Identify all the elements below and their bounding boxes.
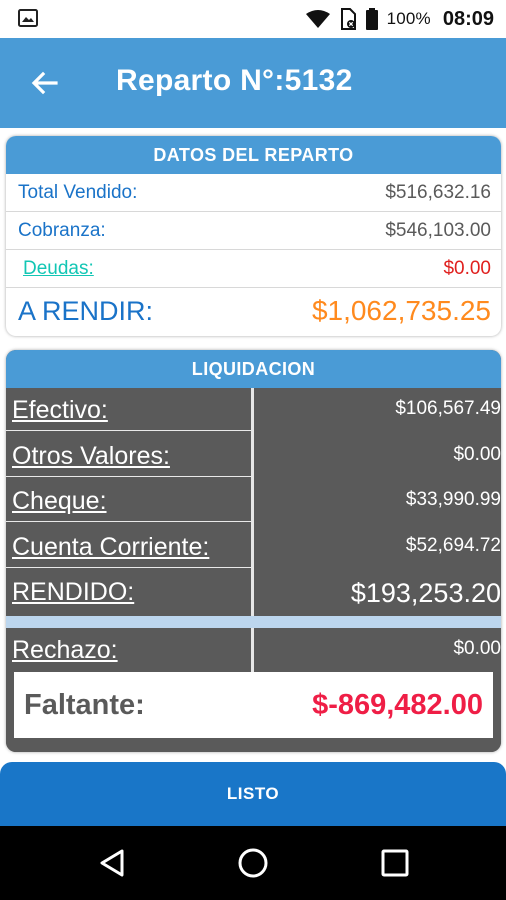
cuenta-corriente-label[interactable]: Cuenta Corriente:	[12, 533, 209, 562]
status-right: 100% 08:09	[305, 0, 494, 38]
datos-reparto-card: DATOS DEL REPARTO Total Vendido: $516,63…	[6, 136, 501, 336]
deudas-link[interactable]: Deudas:	[23, 258, 94, 280]
cobranza-value: $546,103.00	[385, 219, 491, 241]
row-divider	[6, 430, 251, 431]
section-separator	[6, 616, 501, 628]
image-icon	[18, 9, 38, 27]
wifi-icon	[305, 10, 330, 28]
deudas-row[interactable]: Deudas: $0.00	[6, 250, 501, 288]
rendido-label: RENDIDO:	[12, 578, 135, 606]
column-divider	[251, 628, 254, 672]
a-rendir-label: A RENDIR:	[18, 295, 154, 326]
cobranza-label: Cobranza:	[18, 219, 106, 241]
total-vendido-label: Total Vendido:	[18, 181, 138, 203]
cobranza-row: Cobranza: $546,103.00	[6, 212, 501, 250]
efectivo-value: $106,567.49	[395, 398, 501, 419]
otros-valores-value: $0.00	[453, 444, 501, 465]
liquidacion-header: LIQUIDACION	[6, 350, 501, 388]
total-vendido-row: Total Vendido: $516,632.16	[6, 174, 501, 212]
app-bar: Reparto N°:5132	[0, 38, 506, 128]
sim-icon	[340, 8, 356, 30]
faltante-value: $-869,482.00	[312, 688, 483, 721]
arrow-left-icon[interactable]	[28, 66, 62, 100]
battery-icon	[365, 8, 378, 30]
row-divider	[6, 521, 251, 522]
back-triangle-icon[interactable]	[96, 846, 130, 880]
app-screen: 100% 08:09 Reparto N°:5132 DATOS DEL REP…	[0, 0, 506, 900]
cuenta-corriente-value: $52,694.72	[405, 535, 501, 556]
rechazo-label[interactable]: Rechazo:	[12, 636, 118, 665]
liquidacion-card: LIQUIDACION Efectivo: $106,567.49 Otros …	[6, 350, 501, 752]
faltante-label: Faltante:	[24, 688, 145, 721]
system-nav-bar	[0, 826, 506, 900]
listo-button[interactable]: LISTO	[0, 762, 506, 826]
row-divider	[6, 476, 251, 477]
datos-header: DATOS DEL REPARTO	[6, 136, 501, 174]
row-divider	[6, 567, 251, 568]
total-vendido-value: $516,632.16	[385, 181, 491, 203]
home-circle-icon[interactable]	[236, 846, 270, 880]
cheque-label[interactable]: Cheque:	[12, 487, 107, 516]
faltante-box: Faltante: $-869,482.00	[14, 672, 493, 738]
liquidacion-grid: Efectivo: $106,567.49 Otros Valores: $0.…	[6, 388, 501, 752]
cheque-value: $33,990.99	[405, 489, 501, 510]
page-title: Reparto N°:5132	[116, 64, 353, 97]
column-divider	[251, 388, 254, 623]
a-rendir-value: $1,062,735.25	[311, 295, 491, 326]
efectivo-label[interactable]: Efectivo:	[12, 396, 108, 425]
a-rendir-row: A RENDIR: $1,062,735.25	[6, 288, 501, 334]
battery-percent: 100%	[386, 9, 431, 28]
rendido-value: $193,253.20	[350, 578, 501, 608]
clock: 08:09	[442, 7, 494, 30]
rechazo-value: $0.00	[453, 638, 501, 659]
otros-valores-label[interactable]: Otros Valores:	[12, 442, 170, 471]
recents-square-icon[interactable]	[378, 846, 412, 880]
deudas-value: $0.00	[443, 257, 491, 279]
status-bar: 100% 08:09	[0, 0, 506, 38]
